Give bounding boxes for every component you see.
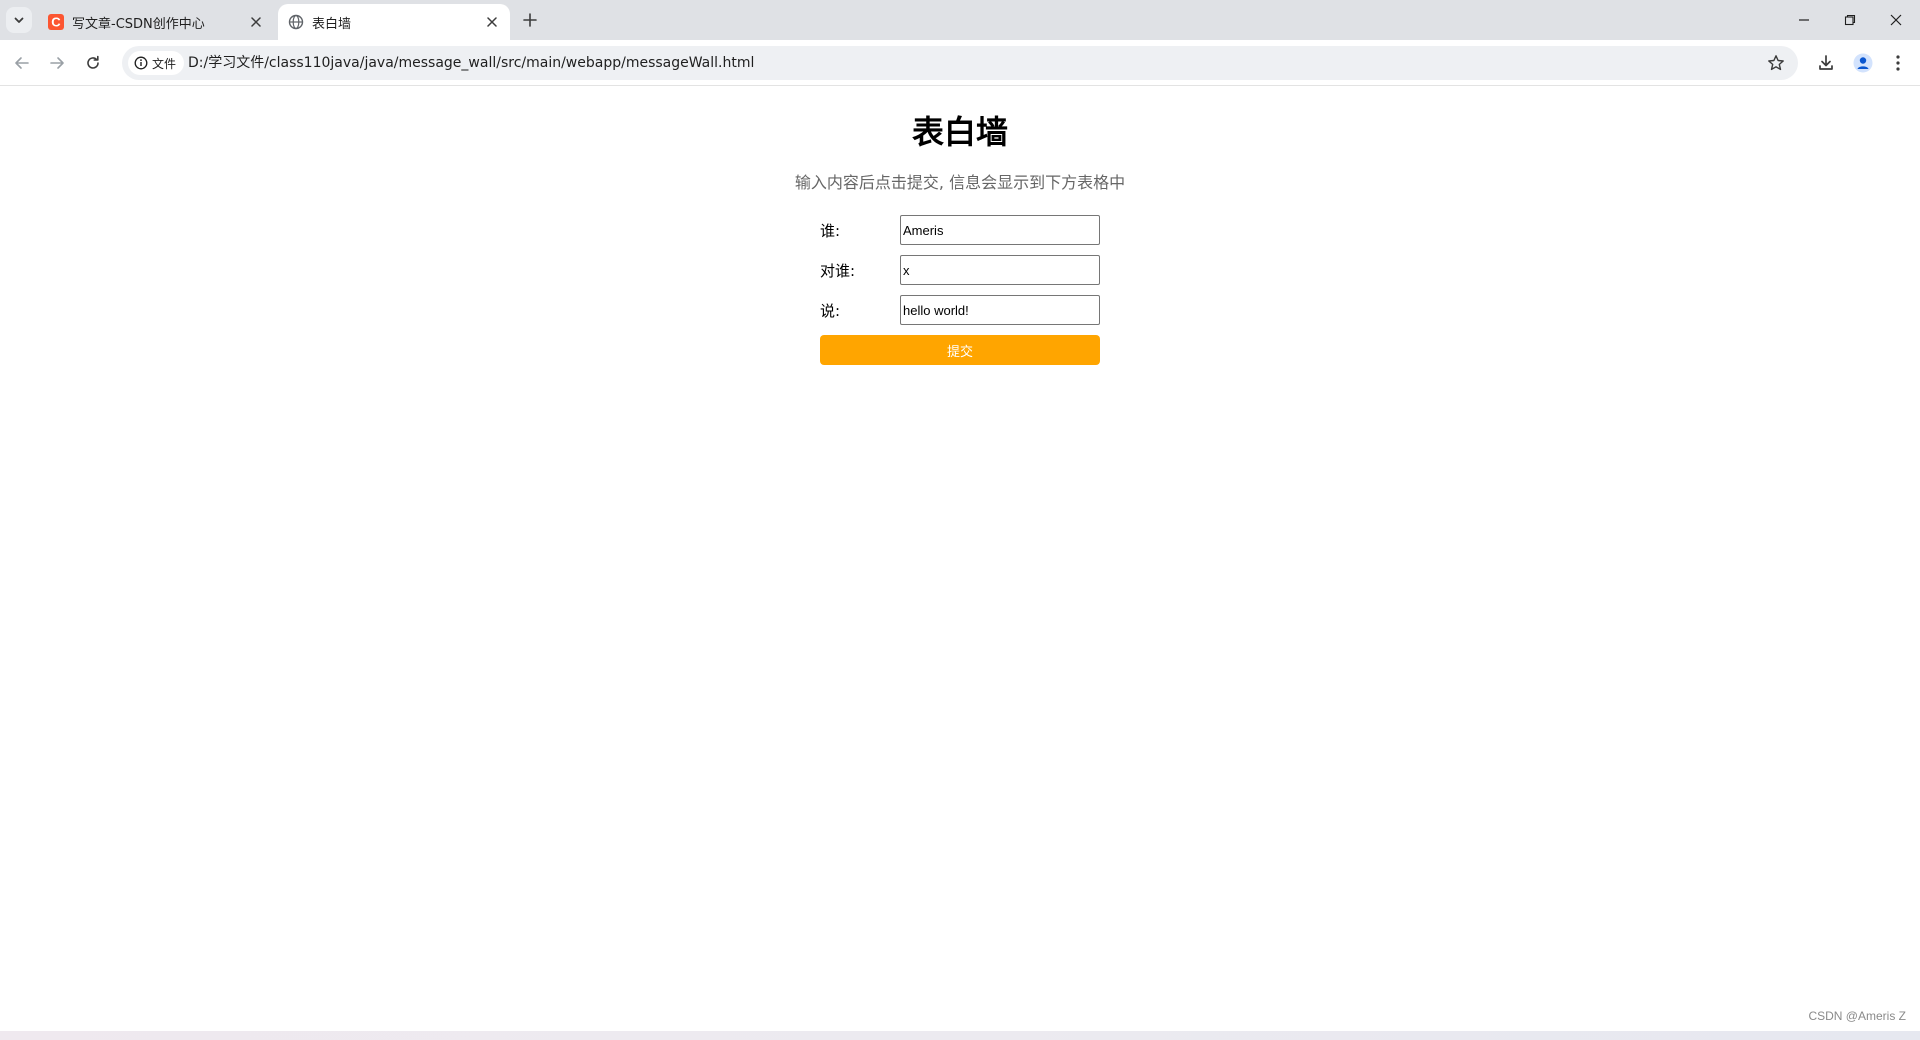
globe-icon <box>288 14 304 30</box>
tab-title: 表白墙 <box>312 16 352 32</box>
bottom-edge <box>0 1031 1920 1040</box>
tab-title: 写文章-CSDN创作中心 <box>72 16 205 32</box>
from-input[interactable] <box>900 215 1100 245</box>
to-label: 对谁: <box>820 261 856 280</box>
profile-button[interactable] <box>1851 51 1875 75</box>
address-bar[interactable]: 文件 D:/学习文件/class110java/java/message_wal… <box>122 46 1798 80</box>
form-row-message: 说: <box>820 295 1100 325</box>
downloads-button[interactable] <box>1814 51 1838 75</box>
download-icon <box>1819 55 1833 70</box>
arrow-left-icon <box>15 57 29 69</box>
svg-text:C: C <box>51 15 61 30</box>
arrow-right-icon <box>50 57 64 69</box>
page-title: 表白墙 <box>911 113 1008 151</box>
close-window-button[interactable] <box>1882 6 1910 34</box>
page-subtitle: 输入内容后点击提交, 信息会显示到下方表格中 <box>794 173 1126 192</box>
page-content: 表白墙 输入内容后点击提交, 信息会显示到下方表格中 谁: 对谁: 说: 提交 … <box>0 87 1920 1031</box>
message-input[interactable] <box>900 295 1100 325</box>
chevron-down-icon <box>14 17 24 23</box>
tab-csdn[interactable]: C 写文章-CSDN创作中心 <box>38 4 274 40</box>
to-input[interactable] <box>900 255 1100 285</box>
restore-button[interactable] <box>1836 6 1864 34</box>
menu-button[interactable] <box>1886 51 1910 75</box>
info-icon <box>134 56 148 70</box>
close-icon <box>251 17 261 27</box>
avatar-icon <box>1853 53 1873 73</box>
minimize-button[interactable] <box>1790 6 1818 34</box>
form-row-to: 对谁: <box>820 255 1100 285</box>
minimize-icon <box>1799 19 1809 21</box>
back-button[interactable] <box>8 49 36 77</box>
close-icon <box>487 17 497 27</box>
more-vert-icon <box>1896 55 1900 71</box>
form-row-from: 谁: <box>820 215 1100 245</box>
restore-icon <box>1844 14 1856 26</box>
plus-icon <box>523 13 537 27</box>
new-tab-button[interactable] <box>518 8 542 32</box>
from-label: 谁: <box>820 221 841 240</box>
watermark: CSDN @Ameris Z <box>1808 1009 1906 1023</box>
reload-button[interactable] <box>79 49 107 77</box>
browser-toolbar: 文件 D:/学习文件/class110java/java/message_wal… <box>0 40 1920 86</box>
tab-search-button[interactable] <box>6 7 32 33</box>
reload-icon <box>87 55 99 69</box>
tab-close-button[interactable] <box>246 12 266 32</box>
security-chip-label: 文件 <box>152 56 177 71</box>
star-icon <box>1768 55 1784 71</box>
csdn-c-icon: C <box>48 14 64 30</box>
bookmark-button[interactable] <box>1766 53 1786 73</box>
submit-button[interactable]: 提交 <box>820 335 1100 365</box>
forward-button[interactable] <box>43 49 71 77</box>
message-label: 说: <box>820 301 841 320</box>
tab-close-button[interactable] <box>482 12 502 32</box>
tab-message-wall[interactable]: 表白墙 <box>278 4 510 40</box>
tab-strip: C 写文章-CSDN创作中心 表白墙 <box>0 0 1920 40</box>
site-info-chip[interactable]: 文件 <box>128 51 185 75</box>
url-text: D:/学习文件/class110java/java/message_wall/s… <box>188 55 755 71</box>
close-icon <box>1890 14 1902 26</box>
